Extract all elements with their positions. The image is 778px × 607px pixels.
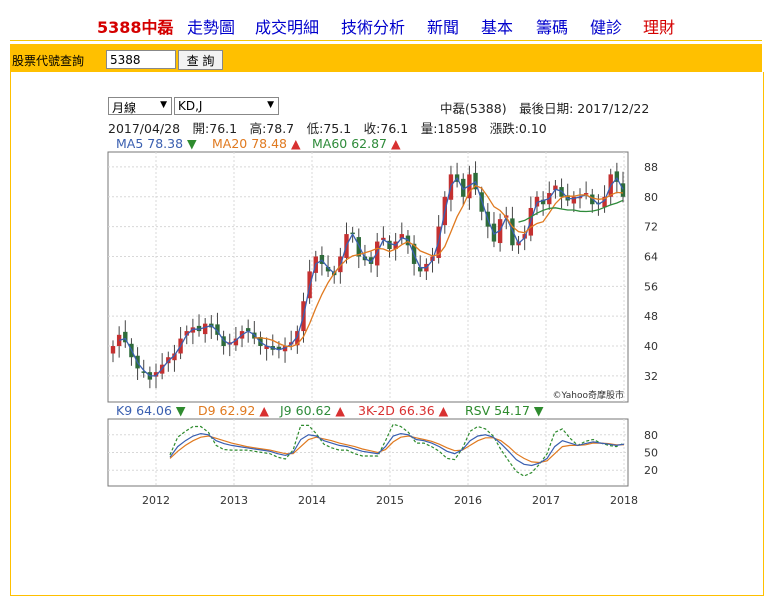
candle-body (202, 323, 208, 335)
price-tick-label: 80 (644, 191, 658, 204)
price-tick-label: 40 (644, 340, 658, 353)
x-tick-label: 2013 (220, 494, 248, 507)
price-tick-label: 48 (644, 310, 658, 323)
price-tick-label: 56 (644, 280, 658, 293)
x-tick-label: 2018 (610, 494, 638, 507)
x-tick-label: 2017 (532, 494, 560, 507)
watermark: ©Yahoo奇摩股市 (553, 389, 625, 401)
price-tick-label: 32 (644, 370, 658, 383)
x-tick-label: 2016 (454, 494, 482, 507)
x-tick-label: 2015 (376, 494, 404, 507)
stock-chart: 2012 2013 2014 2015 2016 2017 2018 32 40 48 56 64 72… (107, 151, 658, 507)
price-tick-label: 72 (644, 221, 658, 234)
x-tick-label: 2012 (142, 494, 170, 507)
kd-tick-label: 20 (644, 464, 658, 477)
price-tick-label: 88 (644, 161, 658, 174)
kd-tick-label: 50 (644, 447, 658, 460)
kd-tick-label: 80 (644, 429, 658, 442)
candle-body (110, 346, 116, 354)
x-tick-label: 2014 (298, 494, 326, 507)
price-plot-frame (107, 151, 629, 403)
price-tick-label: 64 (644, 250, 658, 263)
